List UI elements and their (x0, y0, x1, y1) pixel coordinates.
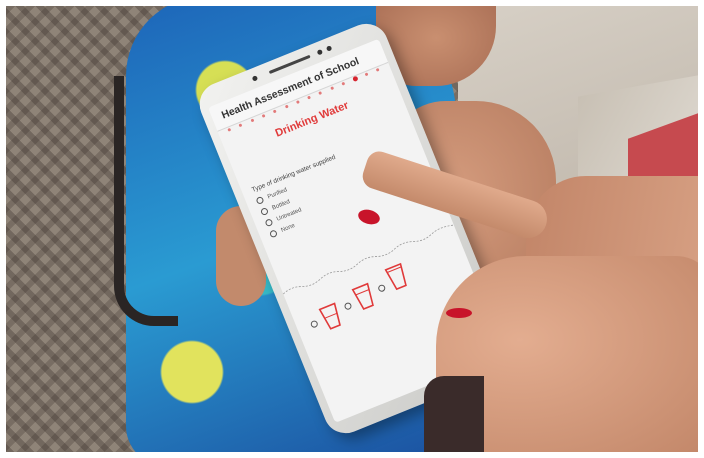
progress-dot (375, 67, 380, 72)
progress-dot-active (352, 75, 359, 82)
radio-button[interactable] (255, 195, 265, 205)
photo: Health Assessment of School Drinking Wat… (6, 6, 698, 452)
glass-full-radio[interactable] (377, 283, 387, 293)
progress-dot (284, 104, 289, 109)
glass-empty-icon[interactable] (317, 301, 345, 333)
radio-button[interactable] (259, 206, 270, 217)
progress-dot (238, 123, 243, 128)
progress-dot (364, 72, 369, 77)
progress-dot (307, 95, 312, 100)
option-label: None (280, 222, 296, 234)
red-fingernail (446, 308, 472, 318)
glass-empty-radio[interactable] (309, 319, 319, 329)
radio-button[interactable] (264, 218, 274, 228)
progress-dot (250, 118, 255, 123)
radio-button[interactable] (268, 229, 279, 239)
progress-dot (227, 127, 232, 132)
progress-dot (318, 90, 323, 95)
progress-dot (261, 113, 266, 118)
progress-dot (295, 100, 300, 105)
sleeve (424, 376, 484, 452)
glass-half-icon[interactable] (350, 281, 378, 313)
progress-dot (330, 86, 334, 91)
progress-dot (272, 109, 277, 114)
glass-full-icon[interactable] (383, 261, 411, 293)
bag-strap (114, 76, 178, 326)
option-label: Bottled (271, 198, 291, 212)
progress-dot (341, 81, 346, 86)
option-label: Purified (266, 186, 288, 201)
glass-half-radio[interactable] (343, 301, 353, 311)
